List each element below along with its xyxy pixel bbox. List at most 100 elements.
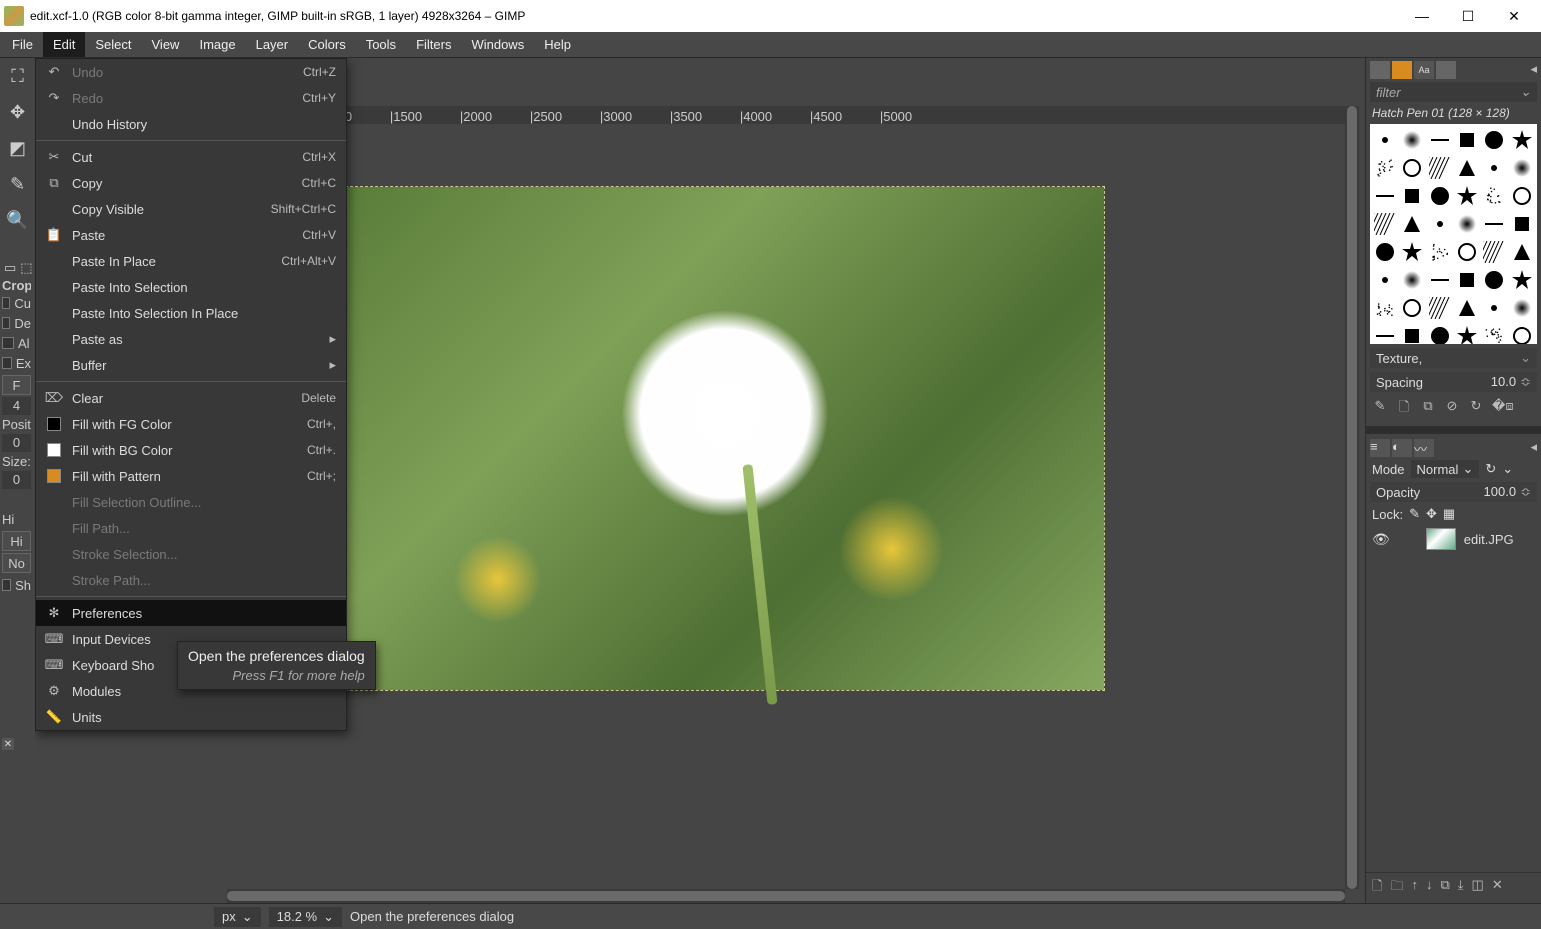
opt-row-2[interactable]: Al bbox=[2, 333, 31, 353]
brush-cell[interactable] bbox=[1454, 182, 1480, 209]
menu-filters[interactable]: Filters bbox=[406, 32, 461, 57]
edit-menu-paste[interactable]: 📋PasteCtrl+V bbox=[36, 222, 346, 248]
brush-cell[interactable] bbox=[1372, 294, 1398, 321]
opt-no-button[interactable]: No bbox=[2, 553, 31, 573]
brush-cell[interactable] bbox=[1509, 294, 1535, 321]
dock-tab-2[interactable] bbox=[1392, 61, 1412, 79]
menu-colors[interactable]: Colors bbox=[298, 32, 356, 57]
brush-cell[interactable] bbox=[1509, 126, 1535, 153]
tool-zoom-icon[interactable]: 🔍 bbox=[4, 206, 32, 234]
tool-paint-icon[interactable]: ✎ bbox=[4, 170, 32, 198]
mode-switch-icon[interactable]: ↻ bbox=[1485, 461, 1496, 477]
opt-num-2[interactable]: 0 bbox=[2, 434, 31, 452]
layer-group-icon[interactable]: 🗀 bbox=[1390, 877, 1403, 899]
raise-layer-icon[interactable]: ↑ bbox=[1411, 877, 1418, 899]
brush-cell[interactable] bbox=[1372, 322, 1398, 344]
lock-alpha-icon[interactable]: ▦ bbox=[1443, 506, 1455, 522]
menu-layer[interactable]: Layer bbox=[246, 32, 299, 57]
brush-cell[interactable] bbox=[1372, 238, 1398, 265]
canvas-image[interactable] bbox=[345, 186, 1105, 691]
edit-menu-paste-in-place[interactable]: Paste In PlaceCtrl+Alt+V bbox=[36, 248, 346, 274]
minimize-button[interactable]: — bbox=[1399, 0, 1445, 32]
brush-cell[interactable] bbox=[1454, 266, 1480, 293]
scrollbar-horizontal[interactable] bbox=[227, 889, 1345, 903]
opt-hi-button[interactable]: Hi bbox=[2, 531, 31, 551]
brush-cell[interactable] bbox=[1481, 126, 1507, 153]
lock-pixels-icon[interactable]: ✎ bbox=[1409, 506, 1420, 522]
dock-tab-4[interactable] bbox=[1436, 61, 1456, 79]
brush-cell[interactable] bbox=[1427, 154, 1453, 181]
brush-cell[interactable] bbox=[1372, 126, 1398, 153]
brush-cell[interactable] bbox=[1481, 294, 1507, 321]
dock-tab-1[interactable] bbox=[1370, 61, 1390, 79]
maximize-button[interactable]: ☐ bbox=[1445, 0, 1491, 32]
edit-brush-icon[interactable]: ✎ bbox=[1372, 398, 1388, 420]
brush-cell[interactable] bbox=[1399, 154, 1425, 181]
brush-cell[interactable] bbox=[1399, 182, 1425, 209]
layer-opacity-field[interactable]: Opacity100.0≎ bbox=[1370, 482, 1537, 502]
brush-cell[interactable] bbox=[1481, 210, 1507, 237]
status-zoom-select[interactable]: 18.2 %⌄ bbox=[269, 907, 342, 927]
edit-menu-cut[interactable]: ✂CutCtrl+X bbox=[36, 144, 346, 170]
edit-menu-fill-with-fg-color[interactable]: Fill with FG ColorCtrl+, bbox=[36, 411, 346, 437]
brush-cell[interactable] bbox=[1481, 154, 1507, 181]
edit-menu-undo-history[interactable]: Undo History bbox=[36, 111, 346, 137]
status-unit-select[interactable]: px⌄ bbox=[214, 907, 261, 927]
menu-select[interactable]: Select bbox=[85, 32, 141, 57]
opt-row-1[interactable]: De bbox=[2, 313, 31, 333]
edit-menu-paste-as[interactable]: Paste as▸ bbox=[36, 326, 346, 352]
brush-cell[interactable] bbox=[1372, 210, 1398, 237]
refresh-brush-icon[interactable]: ↻ bbox=[1468, 398, 1484, 420]
brush-cell[interactable] bbox=[1372, 266, 1398, 293]
brush-cell[interactable] bbox=[1481, 266, 1507, 293]
menu-windows[interactable]: Windows bbox=[461, 32, 534, 57]
menu-image[interactable]: Image bbox=[189, 32, 245, 57]
layers-tab-menu-icon[interactable]: ◂ bbox=[1530, 439, 1537, 455]
brush-cell[interactable] bbox=[1481, 322, 1507, 344]
brush-cell[interactable] bbox=[1399, 294, 1425, 321]
brush-cell[interactable] bbox=[1509, 238, 1535, 265]
merge-layer-icon[interactable]: ⤓ bbox=[1458, 877, 1464, 899]
brush-cell[interactable] bbox=[1509, 266, 1535, 293]
close-x-icon[interactable]: ✕ bbox=[2, 738, 14, 750]
menu-edit[interactable]: Edit bbox=[43, 32, 85, 57]
brush-cell[interactable] bbox=[1399, 266, 1425, 293]
edit-menu-paste-into-selection-in-place[interactable]: Paste Into Selection In Place bbox=[36, 300, 346, 326]
new-brush-icon[interactable]: 🗋 bbox=[1396, 398, 1412, 420]
layers-tab-1[interactable]: ≡ bbox=[1370, 439, 1390, 457]
tool-move-icon[interactable]: ✥ bbox=[4, 98, 32, 126]
close-button[interactable]: ✕ bbox=[1491, 0, 1537, 32]
brush-cell[interactable] bbox=[1427, 210, 1453, 237]
brush-cell[interactable] bbox=[1454, 238, 1480, 265]
brush-tag-select[interactable]: Texture,⌄ bbox=[1370, 348, 1537, 368]
brush-cell[interactable] bbox=[1427, 266, 1453, 293]
brush-cell[interactable] bbox=[1481, 182, 1507, 209]
duplicate-layer-icon[interactable]: ⧉ bbox=[1440, 877, 1449, 899]
brush-cell[interactable] bbox=[1372, 182, 1398, 209]
brush-cell[interactable] bbox=[1427, 294, 1453, 321]
brush-cell[interactable] bbox=[1509, 182, 1535, 209]
duplicate-brush-icon[interactable]: ⧉ bbox=[1420, 398, 1436, 420]
brush-cell[interactable] bbox=[1427, 126, 1453, 153]
brush-cell[interactable] bbox=[1454, 210, 1480, 237]
tool-transform-icon[interactable]: ◩ bbox=[4, 134, 32, 162]
layer-mode-select[interactable]: Normal⌄ bbox=[1411, 460, 1480, 478]
layer-visibility-icon[interactable]: 👁 bbox=[1372, 531, 1390, 548]
lock-position-icon[interactable]: ✥ bbox=[1426, 506, 1437, 522]
brush-cell[interactable] bbox=[1399, 322, 1425, 344]
dock-tab-menu-icon[interactable]: ◂ bbox=[1530, 61, 1537, 77]
dock-tab-3[interactable]: Aa bbox=[1414, 61, 1434, 79]
menu-help[interactable]: Help bbox=[534, 32, 581, 57]
opt-num-3[interactable]: 0 bbox=[2, 471, 31, 489]
layer-name[interactable]: edit.JPG bbox=[1464, 532, 1514, 547]
edit-menu-copy-visible[interactable]: Copy VisibleShift+Ctrl+C bbox=[36, 196, 346, 222]
brush-spacing-field[interactable]: Spacing10.0≎ bbox=[1370, 372, 1537, 392]
brush-cell[interactable] bbox=[1509, 154, 1535, 181]
opt-fixed-button[interactable]: F bbox=[2, 375, 31, 395]
menu-file[interactable]: File bbox=[2, 32, 43, 57]
delete-brush-icon[interactable]: ⊘ bbox=[1444, 398, 1460, 420]
brush-cell[interactable] bbox=[1454, 154, 1480, 181]
brush-cell[interactable] bbox=[1454, 322, 1480, 344]
brush-cell[interactable] bbox=[1399, 238, 1425, 265]
edit-menu-copy[interactable]: ⧉CopyCtrl+C bbox=[36, 170, 346, 196]
